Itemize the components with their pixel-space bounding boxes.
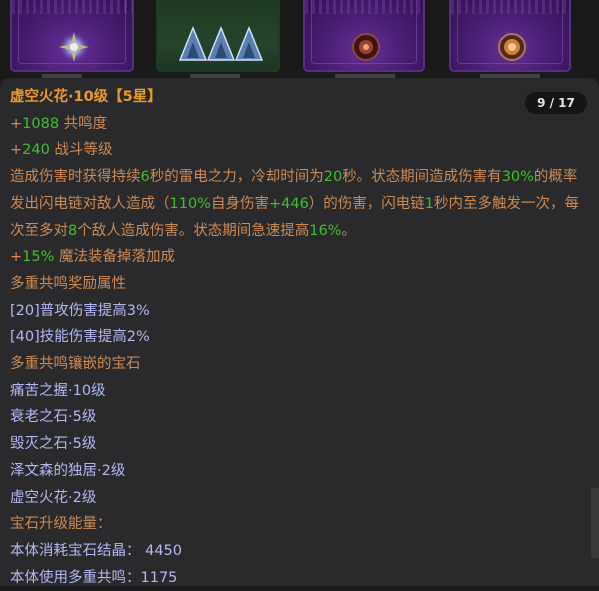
triangle-gems-icon [178,26,264,61]
gem-card-1[interactable] [10,0,134,72]
gem-star-icon [58,31,90,63]
fire-orb-icon [498,33,526,61]
socket-gem-4: 泽文森的独居·2级 [10,462,126,479]
gem-card-3[interactable] [303,0,425,72]
bonus-attr-1: [20]普攻伤害提高3% [10,302,150,319]
gem-card-2[interactable] [156,0,280,72]
gem-tooltip-panel: 9 / 17 虚空火花·10级【5星】 +1088 共鸣度 +240 战斗等级 … [0,78,599,586]
socket-gem-3: 毁灭之石·5级 [10,436,97,453]
gem-title: 虚空火花·10级【5星】 [10,89,162,105]
bonus-attr-2: [40]技能伤害提高2% [10,329,150,346]
upgrade-cost-crystal: 本体消耗宝石结晶： 4450 [10,542,183,559]
multi-resonance-header: 多重共鸣奖励属性 [10,275,126,292]
upgrade-energy-header: 宝石升级能量： [10,516,112,533]
socket-gem-5: 虚空火花·2级 [10,489,97,506]
socket-gems-header: 多重共鸣镶嵌的宝石 [10,356,141,373]
stat-magic-drop: +15% 魔法装备掉落加成 [10,249,175,266]
socket-gem-1: 痛苦之握·10级 [10,382,106,399]
scrollbar[interactable] [591,488,599,558]
upgrade-cost-resonance: 本体使用多重共鸣：1175 [10,569,178,586]
tooltip-body: 虚空火花·10级【5星】 +1088 共鸣度 +240 战斗等级 造成伤害时获得… [10,84,580,591]
gem-effect-description: 造成伤害时获得持续6秒的雷电之力，冷却时间为20秒。状态期间造成伤害有30%的概… [10,169,580,239]
gem-card-4[interactable] [449,0,571,72]
gem-card-strip [0,0,599,80]
dark-orb-icon [352,33,380,61]
stat-resonance: +1088 共鸣度 [10,115,108,132]
socket-gem-2: 衰老之石·5级 [10,409,97,426]
stat-combat-level: +240 战斗等级 [10,142,113,159]
